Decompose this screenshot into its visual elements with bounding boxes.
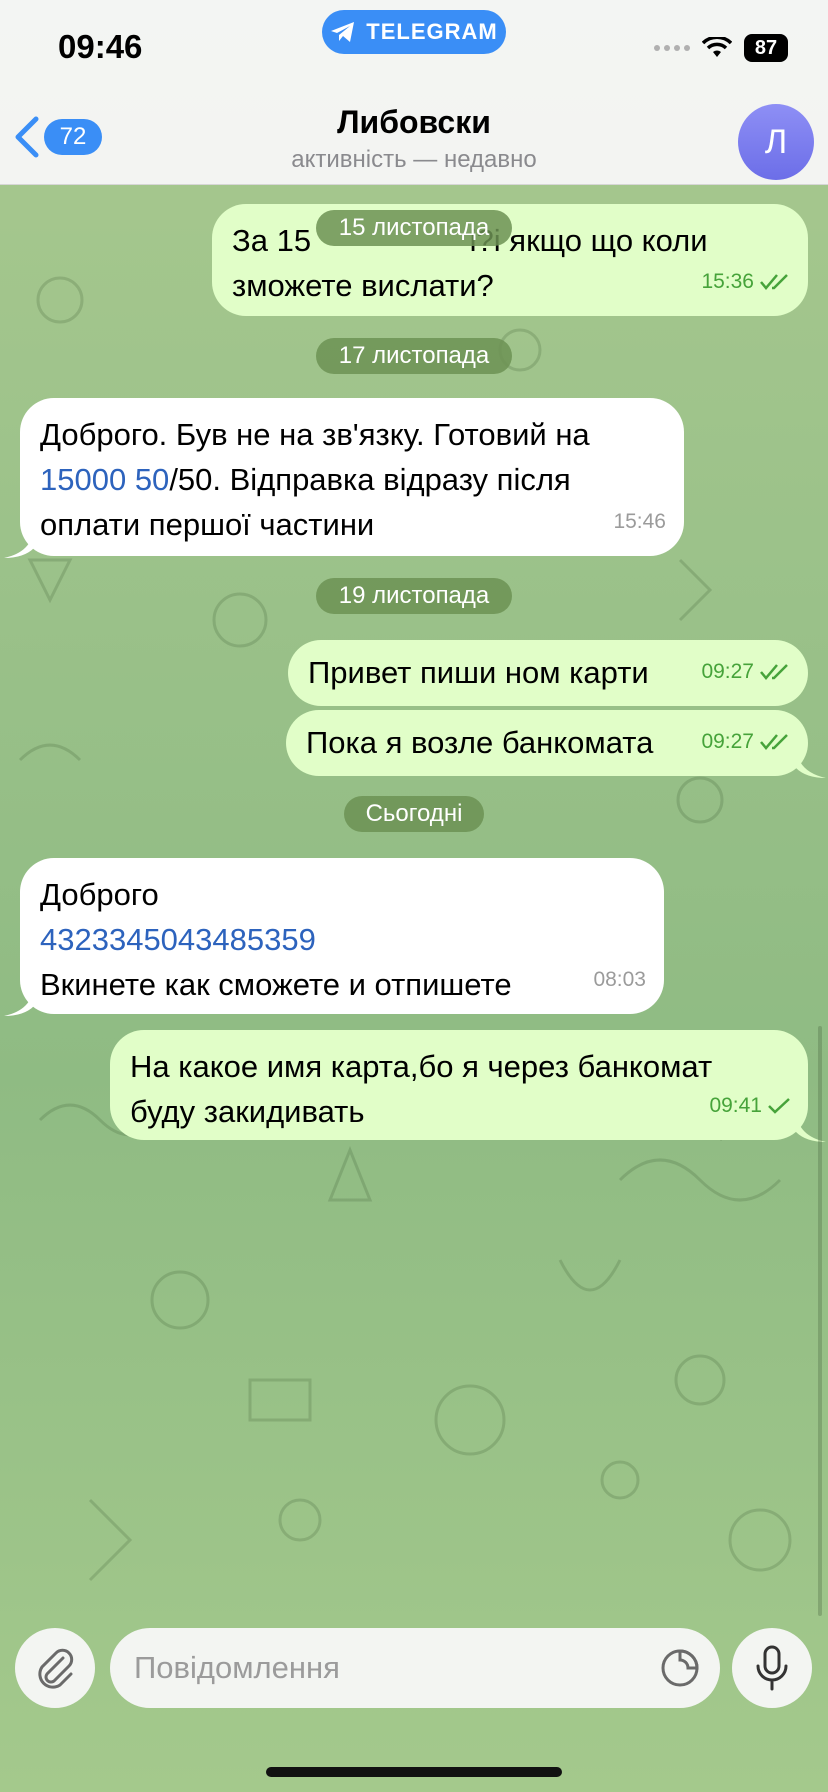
card-number-link[interactable]: 4323345043485359: [40, 922, 316, 957]
status-icons: 87: [654, 34, 788, 62]
date-separator: 15 листопада: [316, 210, 512, 246]
paperclip-icon: [38, 1648, 74, 1689]
message-meta: 09:27: [701, 649, 790, 694]
message-time: 09:27: [701, 730, 754, 753]
bubble-tail: [4, 528, 34, 558]
message-bubble-outgoing[interactable]: Пока я возле банкомата 09:27: [286, 710, 808, 776]
telegram-pill[interactable]: TELEGRAM: [322, 10, 506, 54]
home-indicator[interactable]: [266, 1767, 562, 1777]
message-bubble-incoming[interactable]: Доброго 4323345043485359 Вкинете как смо…: [20, 858, 664, 1014]
message-time: 08:03: [593, 968, 646, 991]
message-meta: 09:41: [709, 1083, 790, 1128]
date-separator: 19 листопада: [316, 578, 512, 614]
avatar[interactable]: Л: [738, 104, 814, 180]
scrollbar[interactable]: [818, 1026, 822, 1616]
message-time: 15:46: [613, 510, 666, 533]
date-separator: Сьогодні: [344, 796, 484, 832]
message-bubble-outgoing[interactable]: На какое имя карта,бо я через банкомат б…: [110, 1030, 808, 1140]
message-meta: 15:46: [613, 499, 666, 544]
double-check-icon: [760, 663, 788, 680]
microphone-icon: [756, 1645, 788, 1691]
telegram-icon: [331, 22, 355, 42]
bubble-tail: [4, 986, 34, 1016]
message-meta: 09:27: [701, 719, 790, 764]
chat-title[interactable]: Либовски: [0, 104, 828, 141]
double-check-icon: [760, 733, 788, 750]
cellular-signal-icon: [654, 45, 690, 51]
attach-button[interactable]: [15, 1628, 95, 1708]
message-time: 15:36: [701, 270, 754, 293]
message-bubble-outgoing[interactable]: Привет пиши ном карти 09:27: [288, 640, 808, 706]
phone-link[interactable]: 15000 50: [40, 462, 169, 497]
sticker-icon[interactable]: [658, 1646, 702, 1690]
composer-bar: Повідомлення: [0, 1616, 828, 1792]
message-time: 09:27: [701, 660, 754, 683]
message-text: Доброго. Був не на зв'язку. Готовий на 1…: [40, 417, 590, 542]
chat-last-seen: активність — недавно: [291, 146, 537, 173]
wifi-icon: [702, 37, 732, 57]
telegram-pill-label: TELEGRAM: [366, 19, 498, 44]
message-text: На какое имя карта,бо я через банкомат б…: [130, 1049, 713, 1129]
message-text: Доброго 4323345043485359 Вкинете как смо…: [40, 877, 512, 1002]
message-input-placeholder: Повідомлення: [134, 1650, 340, 1685]
bubble-tail: [796, 748, 826, 778]
message-bubble-incoming[interactable]: Доброго. Був не на зв'язку. Готовий на 1…: [20, 398, 684, 556]
message-input[interactable]: Повідомлення: [110, 1628, 720, 1708]
status-time: 09:46: [58, 28, 143, 65]
battery-icon: 87: [744, 34, 788, 62]
message-meta: 15:36: [701, 259, 790, 304]
microphone-button[interactable]: [732, 1628, 812, 1708]
date-separator: 17 листопада: [316, 338, 512, 374]
double-check-icon: [760, 273, 788, 290]
message-time: 09:41: [709, 1094, 762, 1117]
check-icon: [768, 1097, 790, 1114]
top-bar: 09:46 TELEGRAM 87 72 Либовски активність…: [0, 0, 828, 185]
message-meta: 08:03: [593, 957, 646, 1002]
